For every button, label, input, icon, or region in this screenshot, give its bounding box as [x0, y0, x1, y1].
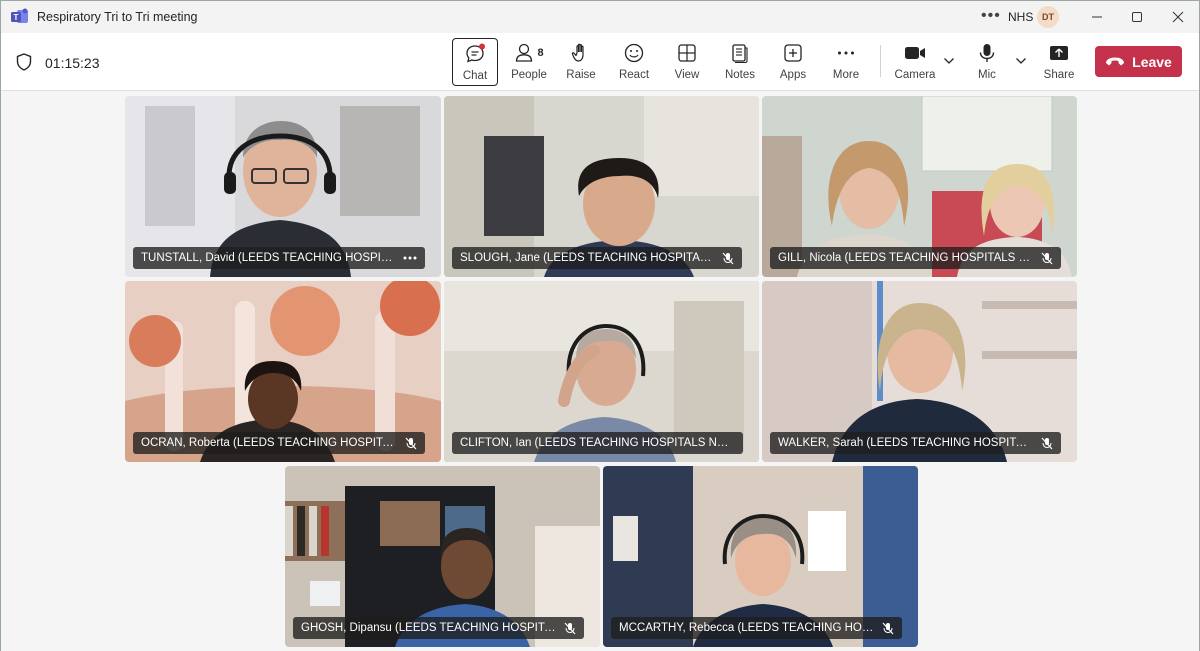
microphone-icon: [979, 44, 995, 62]
more-icon: [838, 51, 854, 55]
participant-name-tag: GILL, Nicola (LEEDS TEACHING HOSPITALS N…: [770, 247, 1061, 269]
maximize-icon[interactable]: [1128, 8, 1146, 26]
chat-label: Chat: [462, 70, 488, 82]
title-bar: T Respiratory Tri to Tri meeting ••• NHS…: [1, 1, 1199, 33]
window-title: Respiratory Tri to Tri meeting: [37, 10, 198, 24]
notes-button[interactable]: Notes: [722, 38, 758, 86]
chat-button[interactable]: Chat: [452, 38, 498, 86]
raise-hand-icon: [571, 43, 584, 62]
people-button[interactable]: 8 People: [507, 38, 551, 86]
camera-icon: [905, 47, 925, 59]
video-stage: TUNSTALL, David (LEEDS TEACHING HOSPITAL…: [1, 91, 1199, 651]
title-more-icon[interactable]: •••: [981, 7, 1001, 25]
mic-muted-icon: [1041, 437, 1053, 449]
participant-name-tag: TUNSTALL, David (LEEDS TEACHING HOSPITAL…: [133, 247, 425, 269]
chat-icon: [466, 43, 485, 63]
grid-view-icon: [678, 44, 696, 62]
smiley-icon: [624, 43, 644, 63]
raise-label: Raise: [566, 69, 596, 81]
camera-button[interactable]: Camera: [894, 38, 936, 86]
notes-icon: [732, 44, 748, 64]
add-app-icon: [784, 44, 802, 62]
participant-name: OCRAN, Roberta (LEEDS TEACHING HOSPITALS…: [141, 437, 397, 449]
close-icon[interactable]: [1169, 8, 1187, 26]
share-button[interactable]: Share: [1041, 38, 1077, 86]
participant-name: TUNSTALL, David (LEEDS TEACHING HOSPITAL…: [141, 252, 395, 264]
people-count: 8: [537, 47, 544, 59]
apps-label: Apps: [779, 69, 807, 81]
share-label: Share: [1043, 69, 1075, 81]
mic-muted-icon: [722, 252, 734, 264]
participant-name: GILL, Nicola (LEEDS TEACHING HOSPITALS N…: [778, 252, 1033, 264]
apps-button[interactable]: Apps: [775, 38, 811, 86]
org-name[interactable]: NHS: [1008, 10, 1033, 24]
avatar[interactable]: DT: [1037, 6, 1059, 28]
participant-name-tag: SLOUGH, Jane (LEEDS TEACHING HOSPITALS N…: [452, 247, 742, 269]
react-button[interactable]: React: [616, 38, 652, 86]
participant-name-tag: WALKER, Sarah (LEEDS TEACHING HOSPITALS …: [770, 432, 1061, 454]
mic-button[interactable]: Mic: [971, 38, 1003, 86]
raise-hand-button[interactable]: Raise: [563, 38, 599, 86]
react-label: React: [618, 69, 650, 81]
participant-tile[interactable]: MCCARTHY, Rebecca (LEEDS TEACHING HOSPIT…: [603, 466, 918, 647]
mic-label: Mic: [978, 69, 996, 81]
participant-name: GHOSH, Dipansu (LEEDS TEACHING HOSPITALS…: [301, 622, 556, 634]
more-label: More: [832, 69, 860, 81]
more-options-icon[interactable]: [403, 256, 417, 260]
camera-label: Camera: [894, 69, 936, 81]
mic-muted-icon: [564, 622, 576, 634]
svg-text:T: T: [14, 13, 19, 22]
participant-name: CLIFTON, Ian (LEEDS TEACHING HOSPITALS N…: [460, 437, 735, 449]
participant-tile[interactable]: OCRAN, Roberta (LEEDS TEACHING HOSPITALS…: [125, 281, 441, 462]
participant-tile[interactable]: GILL, Nicola (LEEDS TEACHING HOSPITALS N…: [762, 96, 1077, 277]
leave-button[interactable]: Leave: [1095, 46, 1182, 77]
view-button[interactable]: View: [669, 38, 705, 86]
toolbar-divider: [880, 45, 881, 77]
teams-logo-icon: T: [11, 8, 28, 23]
participant-name: WALKER, Sarah (LEEDS TEACHING HOSPITALS …: [778, 437, 1033, 449]
participant-name-tag: MCCARTHY, Rebecca (LEEDS TEACHING HOSPIT…: [611, 617, 902, 639]
mic-muted-icon: [405, 437, 417, 449]
leave-label: Leave: [1132, 53, 1172, 70]
participant-name-tag: OCRAN, Roberta (LEEDS TEACHING HOSPITALS…: [133, 432, 425, 454]
meeting-timer: 01:15:23: [45, 55, 100, 71]
people-label: People: [511, 69, 547, 81]
mic-options-chevron-down-icon[interactable]: [1015, 57, 1027, 65]
shield-icon: [16, 53, 32, 71]
mic-muted-icon: [1041, 252, 1053, 264]
minimize-icon[interactable]: [1088, 8, 1106, 26]
participant-tile[interactable]: GHOSH, Dipansu (LEEDS TEACHING HOSPITALS…: [285, 466, 600, 647]
participant-name-tag: CLIFTON, Ian (LEEDS TEACHING HOSPITALS N…: [452, 432, 743, 454]
participant-tile[interactable]: TUNSTALL, David (LEEDS TEACHING HOSPITAL…: [125, 96, 441, 277]
participant-tile[interactable]: SLOUGH, Jane (LEEDS TEACHING HOSPITALS N…: [444, 96, 759, 277]
share-screen-icon: [1050, 46, 1068, 60]
view-label: View: [674, 69, 700, 81]
mic-muted-icon: [882, 622, 894, 634]
more-button[interactable]: More: [828, 38, 864, 86]
meeting-toolbar: 01:15:23 Chat 8 People Raise React View …: [1, 33, 1199, 91]
participant-name: SLOUGH, Jane (LEEDS TEACHING HOSPITALS N…: [460, 252, 714, 264]
participant-name-tag: GHOSH, Dipansu (LEEDS TEACHING HOSPITALS…: [293, 617, 584, 639]
participant-tile[interactable]: WALKER, Sarah (LEEDS TEACHING HOSPITALS …: [762, 281, 1077, 462]
teams-meeting-window: T Respiratory Tri to Tri meeting ••• NHS…: [0, 0, 1200, 651]
camera-options-chevron-down-icon[interactable]: [943, 57, 955, 65]
participant-name: MCCARTHY, Rebecca (LEEDS TEACHING HOSPIT…: [619, 622, 874, 634]
people-icon: [516, 43, 533, 62]
notes-label: Notes: [724, 69, 756, 81]
active-speaker-tile[interactable]: CLIFTON, Ian (LEEDS TEACHING HOSPITALS N…: [444, 281, 759, 462]
hang-up-icon: [1106, 57, 1125, 65]
